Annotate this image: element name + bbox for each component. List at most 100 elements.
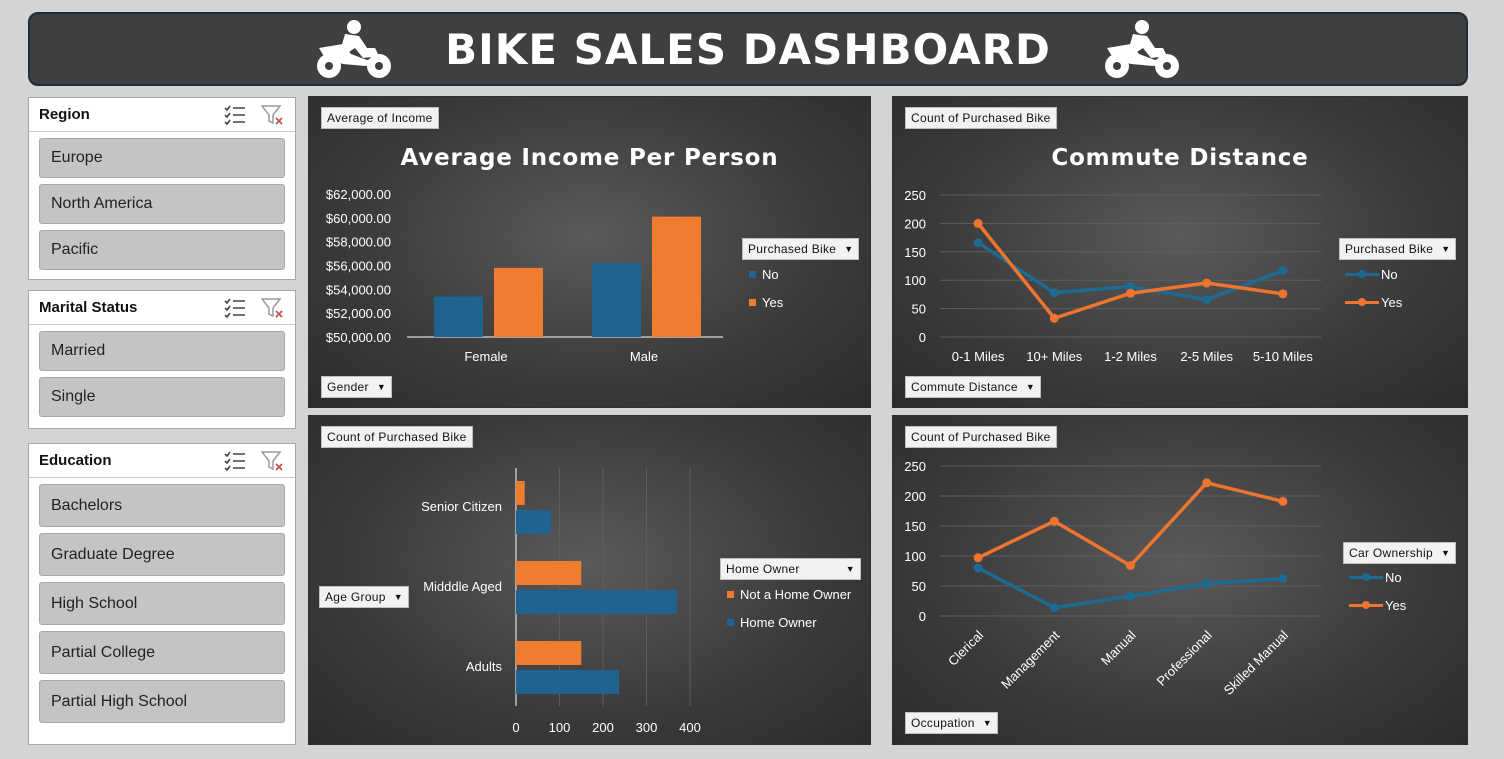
bar-not-a-home-owner-senior-citizen (516, 481, 525, 505)
y-tick-label: 150 (904, 519, 926, 534)
y-tick-label: 150 (904, 245, 926, 260)
x-tick-label: 400 (679, 720, 701, 735)
multi-select-icon[interactable] (223, 297, 247, 319)
bar-home-owner-senior-citizen (516, 510, 551, 534)
slicer-item-partial-college[interactable]: Partial College (39, 631, 285, 674)
income-chart-panel: Average of Income Average Income Per Per… (308, 96, 871, 408)
y-tick-label: $52,000.00 (326, 306, 391, 321)
data-point-yes (973, 553, 983, 563)
legend-field-label: Home Owner (726, 562, 800, 576)
slicer-item-married[interactable]: Married (39, 331, 285, 371)
bar-yes-female (494, 267, 543, 337)
slicer-header: Region (29, 98, 295, 132)
slicer-item-partial-high-school[interactable]: Partial High School (39, 680, 285, 723)
y-tick-label: 100 (904, 549, 926, 564)
x-tick-label: 100 (549, 720, 571, 735)
legend-swatch (1345, 298, 1379, 306)
dropdown-arrow-icon: ▼ (982, 718, 992, 728)
x-tick-label: 10+ Miles (1026, 349, 1082, 364)
education-slicer: Education Bachelors Graduate Degree High… (28, 443, 296, 745)
data-point-yes (1049, 516, 1059, 526)
legend-item-no: No (749, 267, 779, 282)
data-point-yes (1126, 288, 1135, 298)
legend-item-not-home-owner: Not a Home Owner (727, 587, 851, 602)
y-tick-label: 50 (912, 302, 926, 317)
age-group-bar-chart: 0 100 200 300 400 Senior Citizen Midddle Aged A… (421, 468, 701, 735)
axis-field-button[interactable]: Occupation ▼ (905, 712, 998, 734)
axis-field-label: Age Group (325, 590, 386, 604)
axis-field-button[interactable]: Age Group ▼ (319, 586, 409, 608)
bar-not-a-home-owner-adults (516, 641, 582, 665)
dropdown-arrow-icon: ▼ (1025, 382, 1036, 392)
clear-filter-icon[interactable] (261, 104, 285, 126)
legend-field-button[interactable]: Purchased Bike ▼ (742, 238, 860, 260)
multi-select-icon[interactable] (223, 104, 247, 126)
y-tick-label: Senior Citizen (421, 499, 502, 514)
legend-label: Home Owner (740, 615, 817, 630)
legend-field-label: Purchased Bike (1345, 242, 1434, 256)
clear-filter-icon[interactable] (261, 450, 285, 472)
y-tick-label: 0 (919, 330, 926, 345)
data-point-no (1049, 288, 1059, 298)
slicer-item-north-america[interactable]: North America (39, 184, 285, 224)
slicer-item-bachelors[interactable]: Bachelors (39, 484, 285, 527)
series-line-yes (977, 481, 1284, 568)
slicer-title: Marital Status (39, 299, 138, 316)
x-tick-label: Professional (1154, 627, 1215, 688)
legend-swatch (749, 299, 756, 306)
data-point-no (973, 238, 983, 248)
x-tick-label: Clerical (945, 627, 986, 668)
dropdown-arrow-icon: ▼ (1440, 548, 1451, 558)
y-tick-label: 250 (904, 188, 926, 203)
legend-swatch (727, 591, 734, 598)
legend-item-yes: Yes (1349, 598, 1406, 613)
slicer-title: Education (39, 452, 112, 469)
x-tick-label: Management (998, 627, 1063, 692)
axis-field-button[interactable]: Gender ▼ (321, 376, 393, 398)
dropdown-arrow-icon: ▼ (844, 244, 854, 254)
slicer-item-europe[interactable]: Europe (39, 138, 285, 178)
legend-item-no: No (1349, 570, 1402, 585)
y-tick-label: $62,000.00 (326, 187, 391, 202)
bar-home-owner-adults (516, 670, 620, 694)
motorbike-icon (1104, 20, 1179, 78)
clear-filter-icon[interactable] (261, 297, 285, 319)
slicer-item-high-school[interactable]: High School (39, 582, 285, 625)
y-tick-label: $56,000.00 (326, 259, 391, 274)
legend-field-label: Car Ownership (1349, 546, 1433, 560)
legend-field-button[interactable]: Home Owner ▼ (720, 558, 861, 580)
dropdown-arrow-icon: ▼ (376, 382, 387, 392)
legend-label: Yes (1381, 295, 1403, 310)
data-point-no (1126, 591, 1135, 601)
data-point-no (1278, 574, 1288, 584)
legend-field-button[interactable]: Car Ownership ▼ (1343, 542, 1457, 564)
legend-field-button[interactable]: Purchased Bike ▼ (1339, 238, 1457, 260)
axis-field-button[interactable]: Commute Distance ▼ (905, 376, 1042, 398)
legend-item-yes: Yes (749, 295, 783, 310)
slicer-item-graduate-degree[interactable]: Graduate Degree (39, 533, 285, 576)
axis-field-label: Commute Distance (911, 380, 1018, 394)
dropdown-arrow-icon: ▼ (393, 592, 403, 602)
x-tick-label: Female (464, 349, 507, 364)
slicer-item-pacific[interactable]: Pacific (39, 230, 285, 270)
y-tick-label: $58,000.00 (326, 235, 391, 250)
legend-swatch (1349, 601, 1383, 609)
y-tick-label: 50 (912, 579, 926, 594)
legend-swatch (749, 271, 756, 278)
marital-status-slicer: Marital Status Married Single (28, 290, 296, 429)
data-point-yes (1202, 278, 1212, 288)
bar-no-female (434, 296, 483, 337)
slicer-item-single[interactable]: Single (39, 377, 285, 417)
dashboard-header: BIKE SALES DASHBOARD (28, 12, 1468, 86)
axis-field-label: Occupation (911, 716, 975, 730)
region-slicer: Region Europe North America Pacific (28, 97, 296, 280)
slicer-title: Region (39, 106, 90, 123)
axis-field-label: Gender (327, 380, 369, 394)
series-line-no (977, 566, 1284, 610)
multi-select-icon[interactable] (223, 450, 247, 472)
x-tick-label: 2-5 Miles (1180, 349, 1233, 364)
y-tick-label: 100 (904, 273, 926, 288)
dropdown-arrow-icon: ▼ (845, 564, 855, 574)
bar-no-male (592, 263, 641, 337)
x-tick-label: 0 (512, 720, 519, 735)
